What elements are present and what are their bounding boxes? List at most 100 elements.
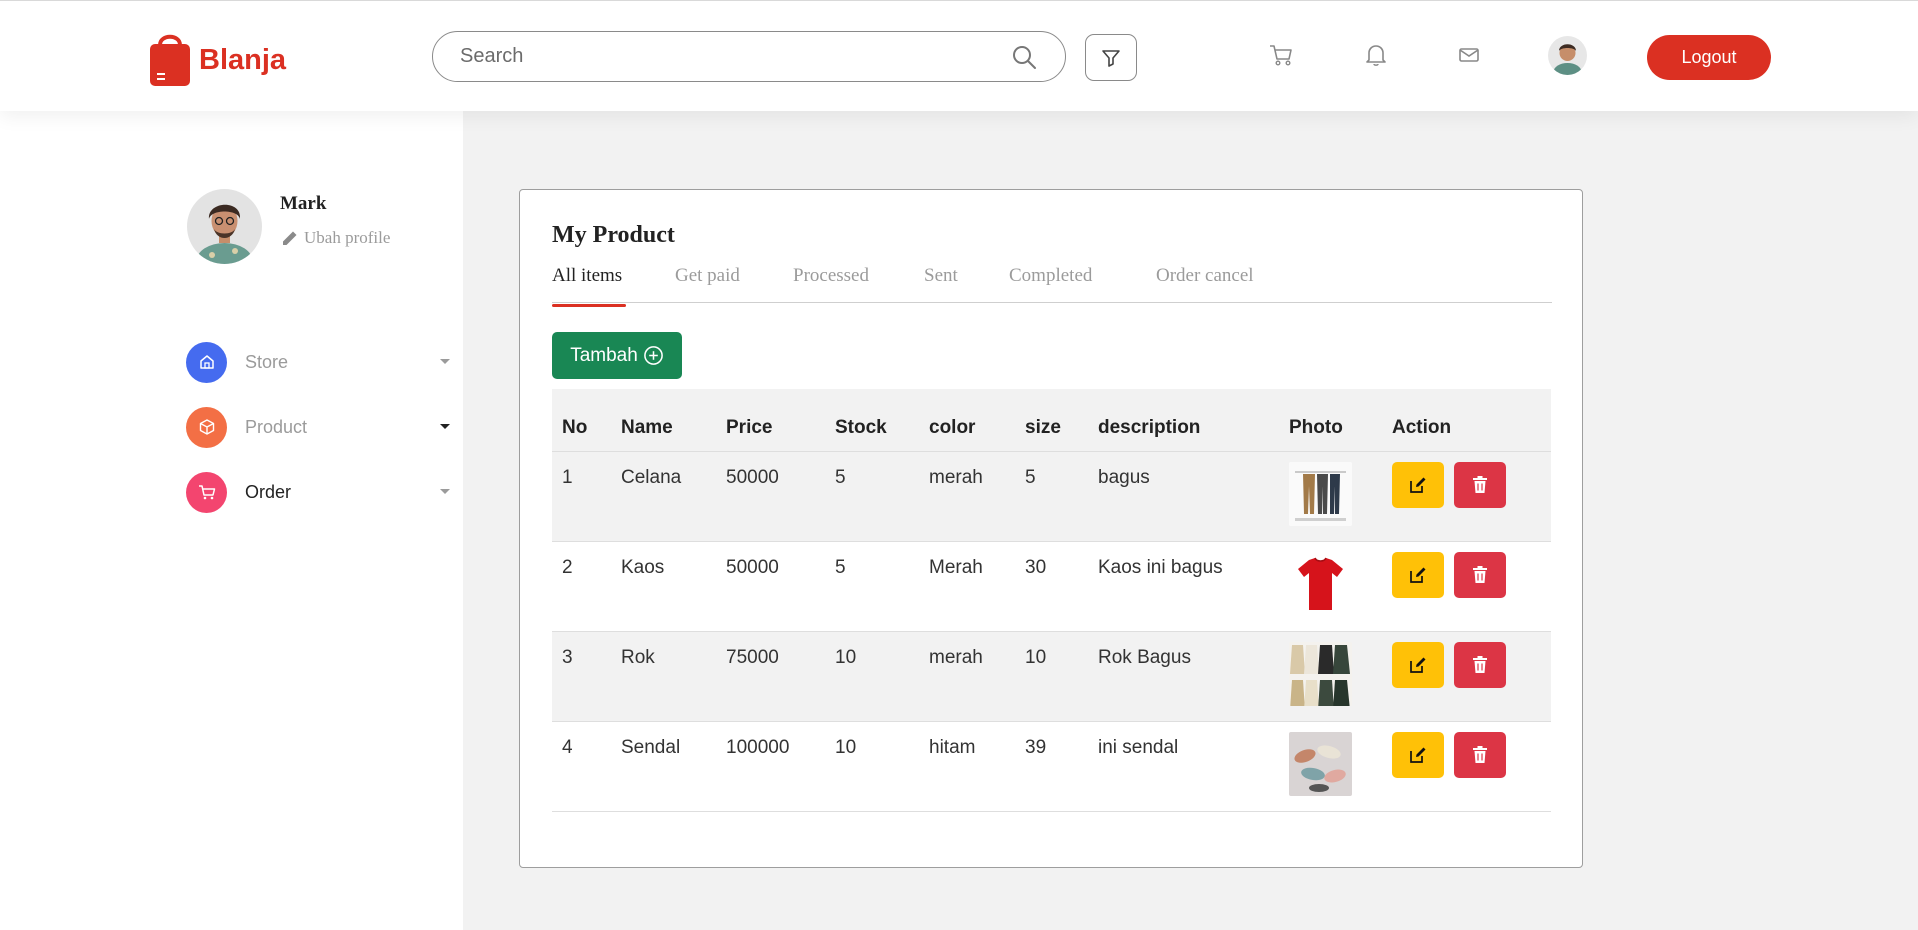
tab-order-cancel[interactable]: Order cancel [1156, 265, 1254, 287]
tab-processed[interactable]: Processed [793, 265, 869, 287]
table-row: 1 Celana 50000 5 merah 5 bagus [552, 451, 1551, 542]
tab-get-paid[interactable]: Get paid [675, 265, 740, 287]
sidebar-item-label: Product [245, 416, 308, 437]
col-header-no: No [552, 389, 611, 452]
edit-button[interactable] [1392, 461, 1444, 508]
edit-button[interactable] [1392, 641, 1444, 688]
cell-stock: 5 [825, 451, 919, 542]
logout-button[interactable]: Logout [1647, 35, 1771, 80]
delete-button[interactable] [1454, 551, 1506, 598]
search-bar [432, 31, 1066, 82]
cart-button[interactable] [1267, 41, 1295, 69]
user-avatar[interactable] [1548, 36, 1587, 75]
filter-icon [1102, 49, 1120, 67]
cell-price: 100000 [716, 721, 825, 812]
trash-icon [1473, 745, 1487, 763]
trash-icon [1473, 475, 1487, 493]
products-table: No Name Price Stock color size descripti… [552, 389, 1551, 812]
messages-button[interactable] [1455, 41, 1483, 69]
active-tab-indicator [552, 304, 626, 307]
cell-photo [1279, 541, 1382, 632]
brand-name: Blanja [199, 43, 287, 76]
cell-color: merah [919, 451, 1015, 542]
delete-button[interactable] [1454, 641, 1506, 688]
shopping-bag-icon [150, 34, 190, 86]
cell-price: 50000 [716, 541, 825, 632]
cell-name: Celana [611, 451, 716, 542]
tab-sent[interactable]: Sent [924, 265, 958, 287]
filter-button[interactable] [1085, 34, 1137, 81]
search-input[interactable] [460, 45, 1000, 68]
sidebar-item-order[interactable]: Order [186, 471, 454, 513]
notifications-button[interactable] [1362, 41, 1390, 69]
delete-button[interactable] [1454, 731, 1506, 778]
cell-description: bagus [1088, 451, 1279, 542]
cell-photo [1279, 721, 1382, 812]
page-title: My Product [552, 222, 675, 248]
add-product-button[interactable]: Tambah [552, 332, 682, 379]
cell-size: 5 [1015, 451, 1088, 542]
tab-completed[interactable]: Completed [1009, 265, 1092, 287]
top-navbar: Blanja Search Logout [0, 0, 1918, 111]
sidebar-item-label: Store [245, 351, 289, 372]
col-header-name: Name [611, 389, 716, 452]
cell-stock: 5 [825, 541, 919, 632]
table-row: 4 Sendal 100000 10 hitam 39 ini sendal [552, 721, 1551, 812]
tab-bar: All items Get paid Processed Sent Comple… [552, 265, 1552, 307]
cell-color: Merah [919, 541, 1015, 632]
sidebar: Mark Ubah profile Store Product Order [0, 111, 463, 930]
cell-no: 1 [552, 451, 611, 542]
package-icon [199, 419, 214, 435]
cell-size: 10 [1015, 631, 1088, 722]
edit-profile-link[interactable]: Ubah profile [280, 228, 390, 248]
cell-photo [1279, 451, 1382, 542]
chevron-down-icon [440, 359, 450, 364]
cell-name: Rok [611, 631, 716, 722]
bell-icon [1366, 45, 1386, 66]
edit-icon [1410, 477, 1426, 493]
tab-all-items[interactable]: All items [552, 265, 622, 287]
col-header-price: Price [716, 389, 825, 452]
cell-price: 75000 [716, 631, 825, 722]
col-header-stock: Stock [825, 389, 919, 452]
delete-button[interactable] [1454, 461, 1506, 508]
cell-description: Kaos ini bagus [1088, 541, 1279, 632]
sandal-photo [1289, 731, 1352, 796]
profile-image [187, 189, 262, 264]
edit-button[interactable] [1392, 731, 1444, 778]
edit-profile-label: Ubah profile [304, 228, 391, 247]
pants-photo [1289, 461, 1352, 526]
profile-avatar [187, 189, 262, 264]
col-header-description: description [1088, 389, 1279, 452]
tshirt-photo [1289, 551, 1352, 616]
home-icon [199, 355, 214, 369]
brand-logo[interactable]: Blanja [148, 29, 286, 87]
col-header-action: Action [1382, 389, 1551, 452]
cell-color: hitam [919, 721, 1015, 812]
search-icon[interactable] [1011, 44, 1037, 70]
product-circle [186, 406, 227, 448]
sidebar-item-store[interactable]: Store [186, 341, 454, 383]
cell-photo [1279, 631, 1382, 722]
cell-actions [1382, 541, 1551, 632]
avatar-image [1548, 36, 1587, 75]
cell-color: merah [919, 631, 1015, 722]
cell-price: 50000 [716, 451, 825, 542]
edit-icon [1410, 657, 1426, 673]
cell-size: 39 [1015, 721, 1088, 812]
trash-icon [1473, 655, 1487, 673]
chevron-down-icon [440, 489, 450, 494]
profile-name: Mark [280, 193, 327, 214]
cell-no: 4 [552, 721, 611, 812]
edit-icon [1410, 747, 1426, 763]
sidebar-item-product[interactable]: Product [186, 406, 454, 448]
plus-circle-icon [643, 346, 663, 365]
store-circle [186, 341, 227, 383]
table-row: 2 Kaos 50000 5 Merah 30 Kaos ini bagus [552, 541, 1551, 632]
cell-name: Sendal [611, 721, 716, 812]
table-header-row: No Name Price Stock color size descripti… [552, 389, 1551, 452]
cell-no: 3 [552, 631, 611, 722]
col-header-photo: Photo [1279, 389, 1382, 452]
edit-button[interactable] [1392, 551, 1444, 598]
cell-stock: 10 [825, 721, 919, 812]
